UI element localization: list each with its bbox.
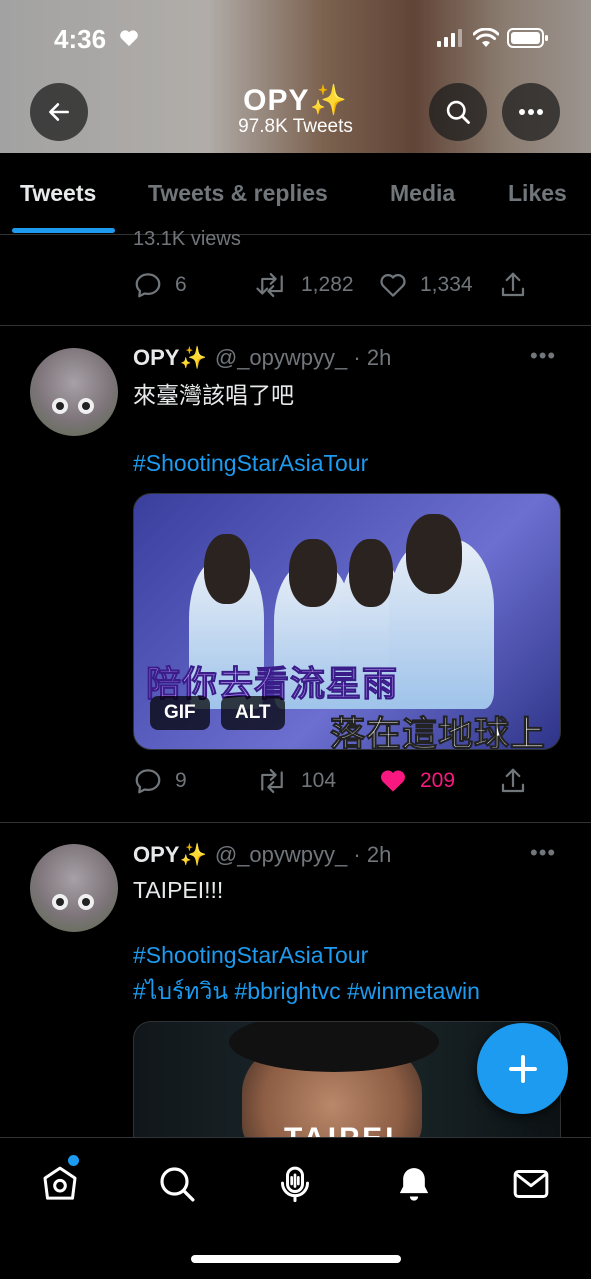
active-tab-indicator	[12, 228, 115, 233]
heart-status-icon	[120, 30, 138, 47]
spaces-icon	[281, 1166, 309, 1203]
retweet-button[interactable]: 104	[255, 766, 336, 796]
like-button[interactable]: 1,334	[378, 270, 473, 300]
tweet-time: · 2h	[353, 345, 392, 370]
nav-home[interactable]	[38, 1162, 82, 1206]
like-icon	[381, 770, 405, 792]
tweet-time: · 2h	[353, 842, 392, 867]
profile-header: 4:36 OPY✨ 97.8K Tweets	[0, 0, 591, 153]
like-icon	[380, 274, 406, 297]
tweet-more-button[interactable]: •••	[530, 343, 556, 369]
status-indicators	[437, 28, 549, 48]
tweet-hashtag[interactable]: #ShootingStarAsiaTour	[133, 937, 368, 974]
tweet-divider	[0, 822, 591, 823]
nav-spaces[interactable]	[273, 1162, 317, 1206]
nav-notifications[interactable]	[392, 1162, 436, 1206]
tweet-handle[interactable]: @_opywpyy_	[215, 842, 347, 867]
avatar-eye	[78, 894, 94, 910]
profile-tabs: Tweets Tweets & replies Media Likes	[0, 153, 591, 235]
search-button[interactable]	[429, 83, 487, 141]
tweet-actions: 9 104 209	[133, 766, 553, 796]
reply-count: 9	[175, 769, 187, 792]
home-indicator	[191, 1255, 401, 1263]
alt-badge[interactable]: ALT	[221, 696, 285, 730]
bottom-navigation	[0, 1137, 591, 1279]
reply-count: 6	[175, 273, 187, 296]
more-icon	[519, 109, 543, 115]
retweet-count: 104	[301, 769, 337, 792]
tweet-text: 來臺灣該唱了吧	[133, 382, 294, 408]
messages-icon	[513, 1170, 549, 1198]
avatar-eye	[52, 894, 68, 910]
tweet-display-name[interactable]: OPY✨	[133, 842, 207, 867]
view-count: 13.1K views	[133, 228, 241, 250]
compose-icon	[508, 1054, 537, 1083]
avatar-eye	[78, 398, 94, 414]
tab-media[interactable]: Media	[390, 180, 455, 207]
media-person-head	[349, 539, 393, 607]
nav-explore[interactable]	[155, 1162, 199, 1206]
nav-messages[interactable]	[509, 1162, 553, 1206]
retweet-icon	[256, 272, 283, 298]
compose-tweet-button[interactable]	[477, 1023, 568, 1114]
notifications-icon	[399, 1168, 429, 1201]
media-person-head	[289, 539, 337, 607]
wifi-icon	[473, 28, 499, 47]
reply-button[interactable]: 6	[133, 270, 187, 300]
tab-tweets[interactable]: Tweets	[20, 180, 96, 207]
like-count: 1,334	[420, 273, 473, 296]
tweet-display-name[interactable]: OPY✨	[133, 345, 207, 370]
status-time: 4:36	[54, 24, 107, 54]
like-count: 209	[420, 769, 456, 792]
explore-icon	[160, 1167, 195, 1202]
media-person-head	[406, 514, 462, 594]
reply-button[interactable]: 9	[133, 766, 187, 796]
tweet-header: OPY✨ @_opywpyy_ · 2h	[133, 345, 391, 371]
share-button[interactable]	[498, 766, 528, 796]
avatar-eye	[52, 398, 68, 414]
tweet-header: OPY✨ @_opywpyy_ · 2h	[133, 842, 391, 868]
tweet-actions: 6 1,282 1,334	[133, 270, 553, 300]
tweet-text: TAIPEI!!!	[133, 877, 224, 903]
tweet-hashtag[interactable]: #ShootingStarAsiaTour	[133, 445, 368, 482]
media-person-head	[204, 534, 250, 604]
like-button[interactable]: 209	[378, 766, 455, 796]
share-icon	[501, 768, 525, 793]
notification-dot	[68, 1155, 79, 1166]
tab-tweets-replies[interactable]: Tweets & replies	[148, 180, 328, 207]
more-options-button[interactable]	[502, 83, 560, 141]
avatar[interactable]	[30, 348, 118, 436]
reply-icon	[135, 273, 161, 298]
media-subtitle-2: 落在這地球上	[329, 715, 547, 750]
tweet-handle[interactable]: @_opywpyy_	[215, 345, 347, 370]
gif-badge: GIF	[150, 696, 210, 730]
retweet-count: 1,282	[301, 273, 354, 296]
home-icon	[43, 1166, 77, 1200]
search-icon	[446, 100, 470, 124]
battery-icon	[507, 28, 548, 48]
tweet-divider	[0, 325, 591, 326]
share-icon	[501, 272, 525, 297]
tweet-hashtags[interactable]: #ไบร์ทวิน #bbrightvc #winmetawin	[133, 973, 480, 1010]
reply-icon	[135, 769, 161, 794]
retweet-icon	[261, 768, 283, 794]
tweet-media-gif[interactable]: 陪你去看流星雨 落在這地球上 GIF ALT	[133, 493, 561, 750]
tab-likes[interactable]: Likes	[508, 180, 567, 207]
signal-icon	[437, 29, 462, 47]
avatar[interactable]	[30, 844, 118, 932]
tweet-more-button[interactable]: •••	[530, 840, 556, 866]
share-button[interactable]	[498, 270, 528, 300]
retweet-button[interactable]: 1,282	[255, 270, 354, 300]
